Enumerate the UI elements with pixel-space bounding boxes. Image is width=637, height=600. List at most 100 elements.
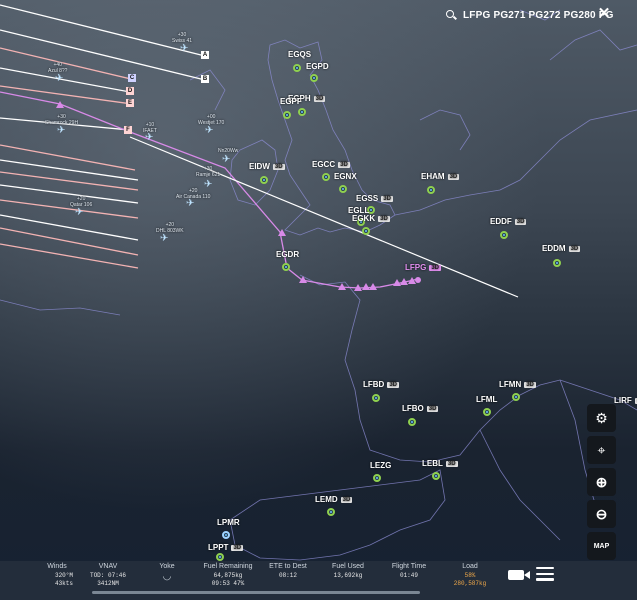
- map-canvas[interactable]: [0, 0, 637, 600]
- 3d-badge: 3D: [387, 382, 399, 388]
- search-query[interactable]: LFPG PG271 PG272 PG280 PG: [463, 10, 614, 21]
- 3d-badge: 3D: [524, 382, 536, 388]
- waypoint-tag-f[interactable]: F: [124, 126, 132, 134]
- aircraft-icon[interactable]: ✈: [57, 126, 65, 136]
- 3d-badge: 3D: [568, 246, 581, 252]
- aircraft-icon[interactable]: ✈: [180, 44, 188, 54]
- crosshair-icon: ⌖: [597, 441, 606, 458]
- map-button-label: MAP: [593, 542, 610, 550]
- aircraft-icon[interactable]: ✈: [55, 74, 63, 84]
- airport-marker[interactable]: [500, 231, 508, 239]
- airport-label[interactable]: LPPT 3D: [208, 543, 244, 552]
- home-indicator: [92, 591, 420, 594]
- close-icon[interactable]: ✕: [596, 6, 612, 22]
- 3d-badge: 3D: [381, 196, 393, 202]
- 3d-badge: 3D: [338, 162, 350, 168]
- map-button[interactable]: MAP: [587, 532, 616, 560]
- zoom-out-icon: ⊖: [595, 505, 608, 522]
- search-icon[interactable]: [446, 9, 457, 21]
- zoom-in-button[interactable]: ⊕: [587, 468, 616, 496]
- search-bar[interactable]: LFPG PG271 PG272 PG280 PG: [446, 6, 614, 24]
- waypoint-tag-d[interactable]: D: [126, 87, 134, 95]
- airport-marker[interactable]: [512, 393, 520, 401]
- waypoint-tag-c[interactable]: C: [128, 74, 136, 82]
- airport-marker[interactable]: [339, 185, 347, 193]
- aircraft-icon[interactable]: ✈: [75, 208, 83, 218]
- 3d-badge: 3D: [429, 265, 442, 271]
- waypoint-tag-e[interactable]: E: [126, 99, 134, 107]
- aircraft-icon[interactable]: ✈: [145, 133, 153, 143]
- flight-time-field[interactable]: Flight Time 01:49: [379, 561, 439, 580]
- yoke-field[interactable]: Yoke ◡: [137, 561, 197, 584]
- airport-marker[interactable]: [427, 186, 435, 194]
- airport-label[interactable]: LPMR: [217, 518, 240, 527]
- airport-marker[interactable]: [298, 108, 306, 116]
- airport-marker[interactable]: [216, 553, 224, 561]
- aircraft-icon[interactable]: ✈: [186, 199, 194, 209]
- airport-label[interactable]: EDDM 3D: [542, 244, 581, 253]
- aircraft-icon[interactable]: ✈: [205, 126, 213, 136]
- airport-marker[interactable]: [322, 173, 330, 181]
- airport-marker[interactable]: [483, 408, 491, 416]
- airport-label[interactable]: EGDR: [276, 250, 299, 259]
- traffic-label[interactable]: +30 Ramje 621: [196, 166, 220, 178]
- airport-marker[interactable]: [553, 259, 561, 267]
- airport-label[interactable]: EGCC 3D: [312, 160, 350, 169]
- airport-marker[interactable]: [310, 74, 318, 82]
- ete-field[interactable]: ETE to Dest 08:12: [258, 561, 318, 580]
- airport-label[interactable]: LEZG: [370, 461, 391, 470]
- center-button[interactable]: ⌖: [587, 436, 616, 464]
- 3d-badge: 3D: [272, 164, 285, 170]
- airport-label[interactable]: EHAM 3D: [421, 172, 460, 181]
- airport-label[interactable]: LFBD 3D: [363, 380, 399, 389]
- airport-label[interactable]: EDDF 3D: [490, 217, 527, 226]
- zoom-out-button[interactable]: ⊖: [587, 500, 616, 528]
- load-field[interactable]: Load 58% 280,587kg: [440, 561, 500, 588]
- fuel-used-field[interactable]: Fuel Used 13,692kg: [318, 561, 378, 580]
- arrow-down-icon: ↓: [0, 572, 12, 586]
- settings-button[interactable]: ⚙: [587, 404, 616, 432]
- vnav-field[interactable]: VNAV TOD: 07:46 3412NM: [78, 561, 138, 588]
- airport-marker[interactable]: [408, 418, 416, 426]
- airport-marker[interactable]: [222, 531, 230, 539]
- video-icon[interactable]: [508, 570, 530, 580]
- fuel-remaining-field[interactable]: Fuel Remaining 64,875kg 09:53 47%: [198, 561, 258, 588]
- airport-marker[interactable]: [327, 508, 335, 516]
- 3d-badge: 3D: [426, 406, 439, 412]
- airport-label[interactable]: LFPG 3D: [405, 263, 442, 272]
- airport-label[interactable]: EGSS 3D: [356, 194, 393, 203]
- airport-label[interactable]: LFBO 3D: [402, 404, 439, 413]
- airport-marker[interactable]: [283, 111, 291, 119]
- airport-label[interactable]: LFMN 3D: [499, 380, 536, 389]
- airport-marker[interactable]: [373, 474, 381, 482]
- airport-label[interactable]: LFML: [476, 395, 497, 404]
- airport-label[interactable]: EIDW 3D: [249, 162, 285, 171]
- airport-label[interactable]: LEMD 3D: [315, 495, 353, 504]
- airport-marker[interactable]: [362, 227, 370, 235]
- waypoint-tag-a[interactable]: A: [201, 51, 209, 59]
- airport-marker[interactable]: [293, 64, 301, 72]
- airport-label[interactable]: LIRF3D: [614, 396, 637, 405]
- menu-icon[interactable]: [536, 567, 554, 581]
- waypoint-tag-b[interactable]: B: [201, 75, 209, 83]
- ground-speed-field[interactable]: ed ↓: [0, 561, 12, 586]
- airport-marker[interactable]: [432, 472, 440, 480]
- airport-marker[interactable]: [372, 394, 380, 402]
- aircraft-icon[interactable]: ✈: [160, 234, 168, 244]
- zoom-in-icon: ⊕: [595, 473, 608, 490]
- 3d-badge: 3D: [340, 497, 353, 503]
- 3d-badge: 3D: [313, 96, 326, 102]
- 3d-badge: 3D: [231, 545, 244, 551]
- airport-label[interactable]: LEBL 3D: [422, 459, 458, 468]
- yoke-icon: ◡: [162, 572, 172, 583]
- airport-label[interactable]: EGKK 3D: [352, 214, 390, 223]
- aircraft-icon[interactable]: ✈: [222, 155, 230, 165]
- airport-marker[interactable]: [282, 263, 290, 271]
- airport-label[interactable]: EGPF: [280, 97, 302, 106]
- airport-label[interactable]: EGNX: [334, 172, 357, 181]
- winds-field[interactable]: Winds 320°M 43kts: [37, 561, 77, 588]
- airport-marker[interactable]: [260, 176, 268, 184]
- airport-label[interactable]: EGQS: [288, 50, 311, 59]
- airport-label[interactable]: EGPD: [306, 62, 329, 71]
- 3d-badge: 3D: [378, 216, 390, 222]
